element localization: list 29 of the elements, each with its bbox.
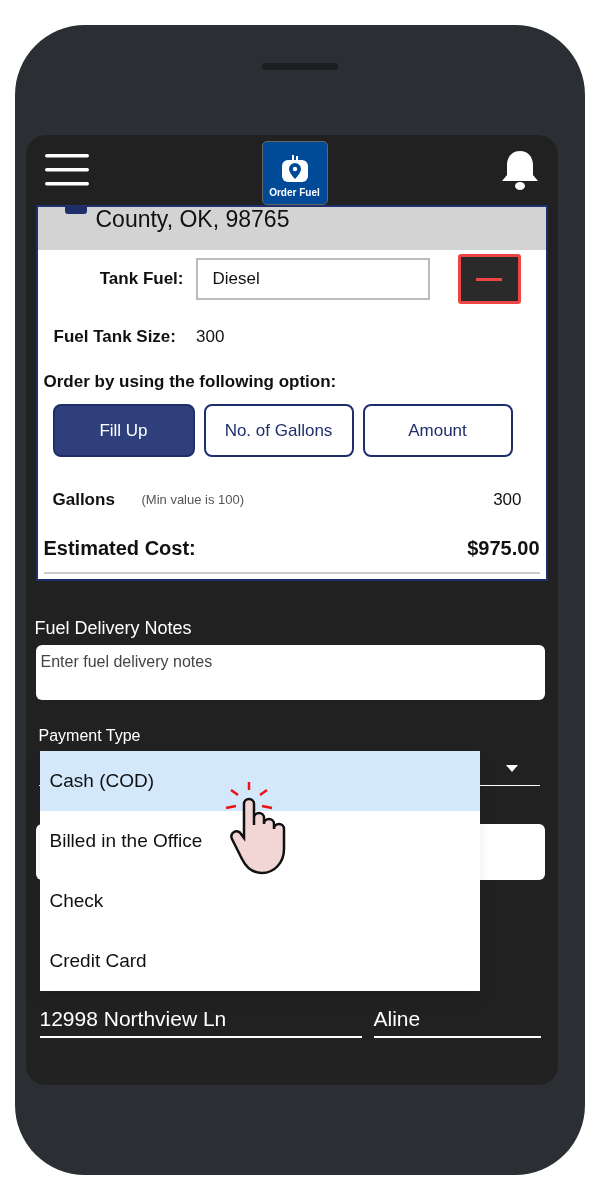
address-field[interactable]: Aline: [373, 1002, 541, 1038]
estimated-cost-value: $975.00: [467, 535, 540, 561]
gallons-label: Gallons: [52, 489, 116, 511]
payment-type-label: Payment Type: [38, 725, 142, 746]
address-text: County, OK, 98765: [95, 205, 290, 235]
dropdown-caret-icon: [505, 764, 518, 772]
order-option-tab[interactable]: Fill Up: [52, 404, 195, 457]
menu-icon[interactable]: [44, 154, 89, 186]
notes-field[interactable]: Enter fuel delivery notes: [35, 644, 545, 700]
tank-fuel-field[interactable]: Diesel: [195, 258, 430, 300]
gallons-hint: (Min value is 100): [141, 491, 245, 509]
address-field[interactable]: 12998 Northview Ln: [39, 1002, 362, 1038]
payment-option[interactable]: Check: [39, 871, 480, 931]
minus-icon: [476, 277, 502, 281]
tank-size-value: 300: [196, 326, 225, 348]
order-option-tab[interactable]: Amount: [362, 404, 513, 457]
order-option-tab[interactable]: No. of Gallons: [203, 404, 354, 457]
payment-option[interactable]: Credit Card: [39, 931, 480, 991]
tank-size-label: Fuel Tank Size:: [53, 326, 176, 348]
estimated-cost-label: Estimated Cost:: [43, 535, 196, 561]
payment-option[interactable]: Billed in the Office: [39, 811, 480, 871]
logo-text: Order Fuel: [269, 188, 320, 198]
notes-label: Fuel Delivery Notes: [34, 616, 193, 640]
order-option-label: Order by using the following option:: [42, 370, 338, 393]
gallons-value: 300: [493, 489, 522, 511]
tank-fuel-label: Tank Fuel:: [98, 268, 184, 291]
payment-option[interactable]: Cash (COD): [39, 751, 480, 811]
remove-button[interactable]: [457, 254, 521, 304]
bell-icon[interactable]: [500, 149, 539, 191]
